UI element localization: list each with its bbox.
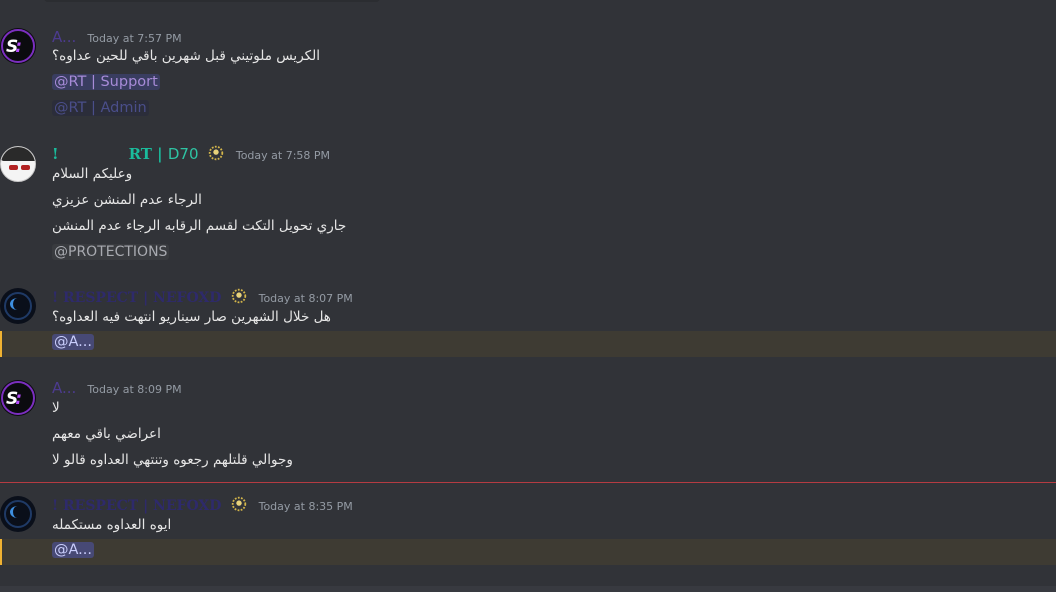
message-header: A... Today at 7:57 PM [52, 27, 182, 46]
username-prefix: ! [52, 145, 59, 163]
laurel-badge-icon[interactable] [230, 287, 248, 305]
user-mention[interactable]: @A... [52, 334, 94, 350]
previous-message-remnant [44, 0, 380, 2]
message-text: ايوه العداوه مستكمله [52, 517, 172, 533]
role-mention[interactable]: @RT | Support [52, 74, 160, 90]
timestamp[interactable]: Today at 7:58 PM [236, 149, 330, 162]
username[interactable]: ! RT | D70 [52, 145, 204, 163]
user-mention[interactable]: @A... [52, 542, 94, 558]
message-text: الكريس ملوتيني قبل شهرين باقي للحين عداو… [52, 48, 320, 64]
message-text: لا [52, 400, 60, 416]
username-main: RT | [128, 145, 163, 163]
role-mention[interactable]: @PROTECTIONS [52, 244, 170, 260]
timestamp[interactable]: Today at 8:35 PM [259, 500, 353, 513]
avatar[interactable] [0, 146, 36, 182]
laurel-badge-icon[interactable] [207, 144, 225, 162]
username[interactable]: ! RESPECT | NEFOXD [52, 498, 221, 514]
username-tail: D70 [167, 145, 199, 163]
timestamp[interactable]: Today at 8:07 PM [259, 292, 353, 305]
s-logo-icon: S: [6, 37, 22, 57]
message-text: وجوالي قلتلهم رجعوه وتنتهي العداوه قالو … [52, 452, 293, 468]
new-messages-divider [0, 482, 1056, 483]
message-text: الرجاء عدم المنشن عزيزي [52, 192, 202, 208]
mention-highlight [0, 539, 1056, 565]
message-text: جاري تحويل التكت لقسم الرقابه الرجاء عدم… [52, 218, 347, 234]
avatar[interactable] [0, 496, 36, 532]
avatar[interactable]: S: [0, 28, 36, 64]
timestamp[interactable]: Today at 8:09 PM [87, 383, 181, 396]
role-mention[interactable]: @RT | Admin [52, 100, 149, 116]
message-header: A... Today at 8:09 PM [52, 378, 182, 397]
message-header: ! RT | D70 Today at 7:58 PM [52, 144, 330, 163]
username[interactable]: A... [52, 28, 76, 46]
mention-highlight [0, 331, 1056, 357]
message-text: وعليكم السلام [52, 166, 133, 182]
s-logo-icon: S: [6, 389, 22, 409]
message-header: ! RESPECT | NEFOXD Today at 8:35 PM [52, 495, 353, 514]
avatar[interactable] [0, 288, 36, 324]
timestamp[interactable]: Today at 7:57 PM [87, 32, 181, 45]
message-text: هل خلال الشهرين صار سيناريو انتهت فيه ال… [52, 309, 331, 325]
avatar[interactable]: S: [0, 380, 36, 416]
laurel-badge-icon[interactable] [230, 495, 248, 513]
composer-edge [0, 586, 1056, 592]
username[interactable]: A... [52, 379, 76, 397]
message-header: ! RESPECT | NEFOXD Today at 8:07 PM [52, 287, 353, 306]
username[interactable]: ! RESPECT | NEFOXD [52, 290, 221, 306]
message-text: اعراضي باقي معهم [52, 426, 161, 442]
